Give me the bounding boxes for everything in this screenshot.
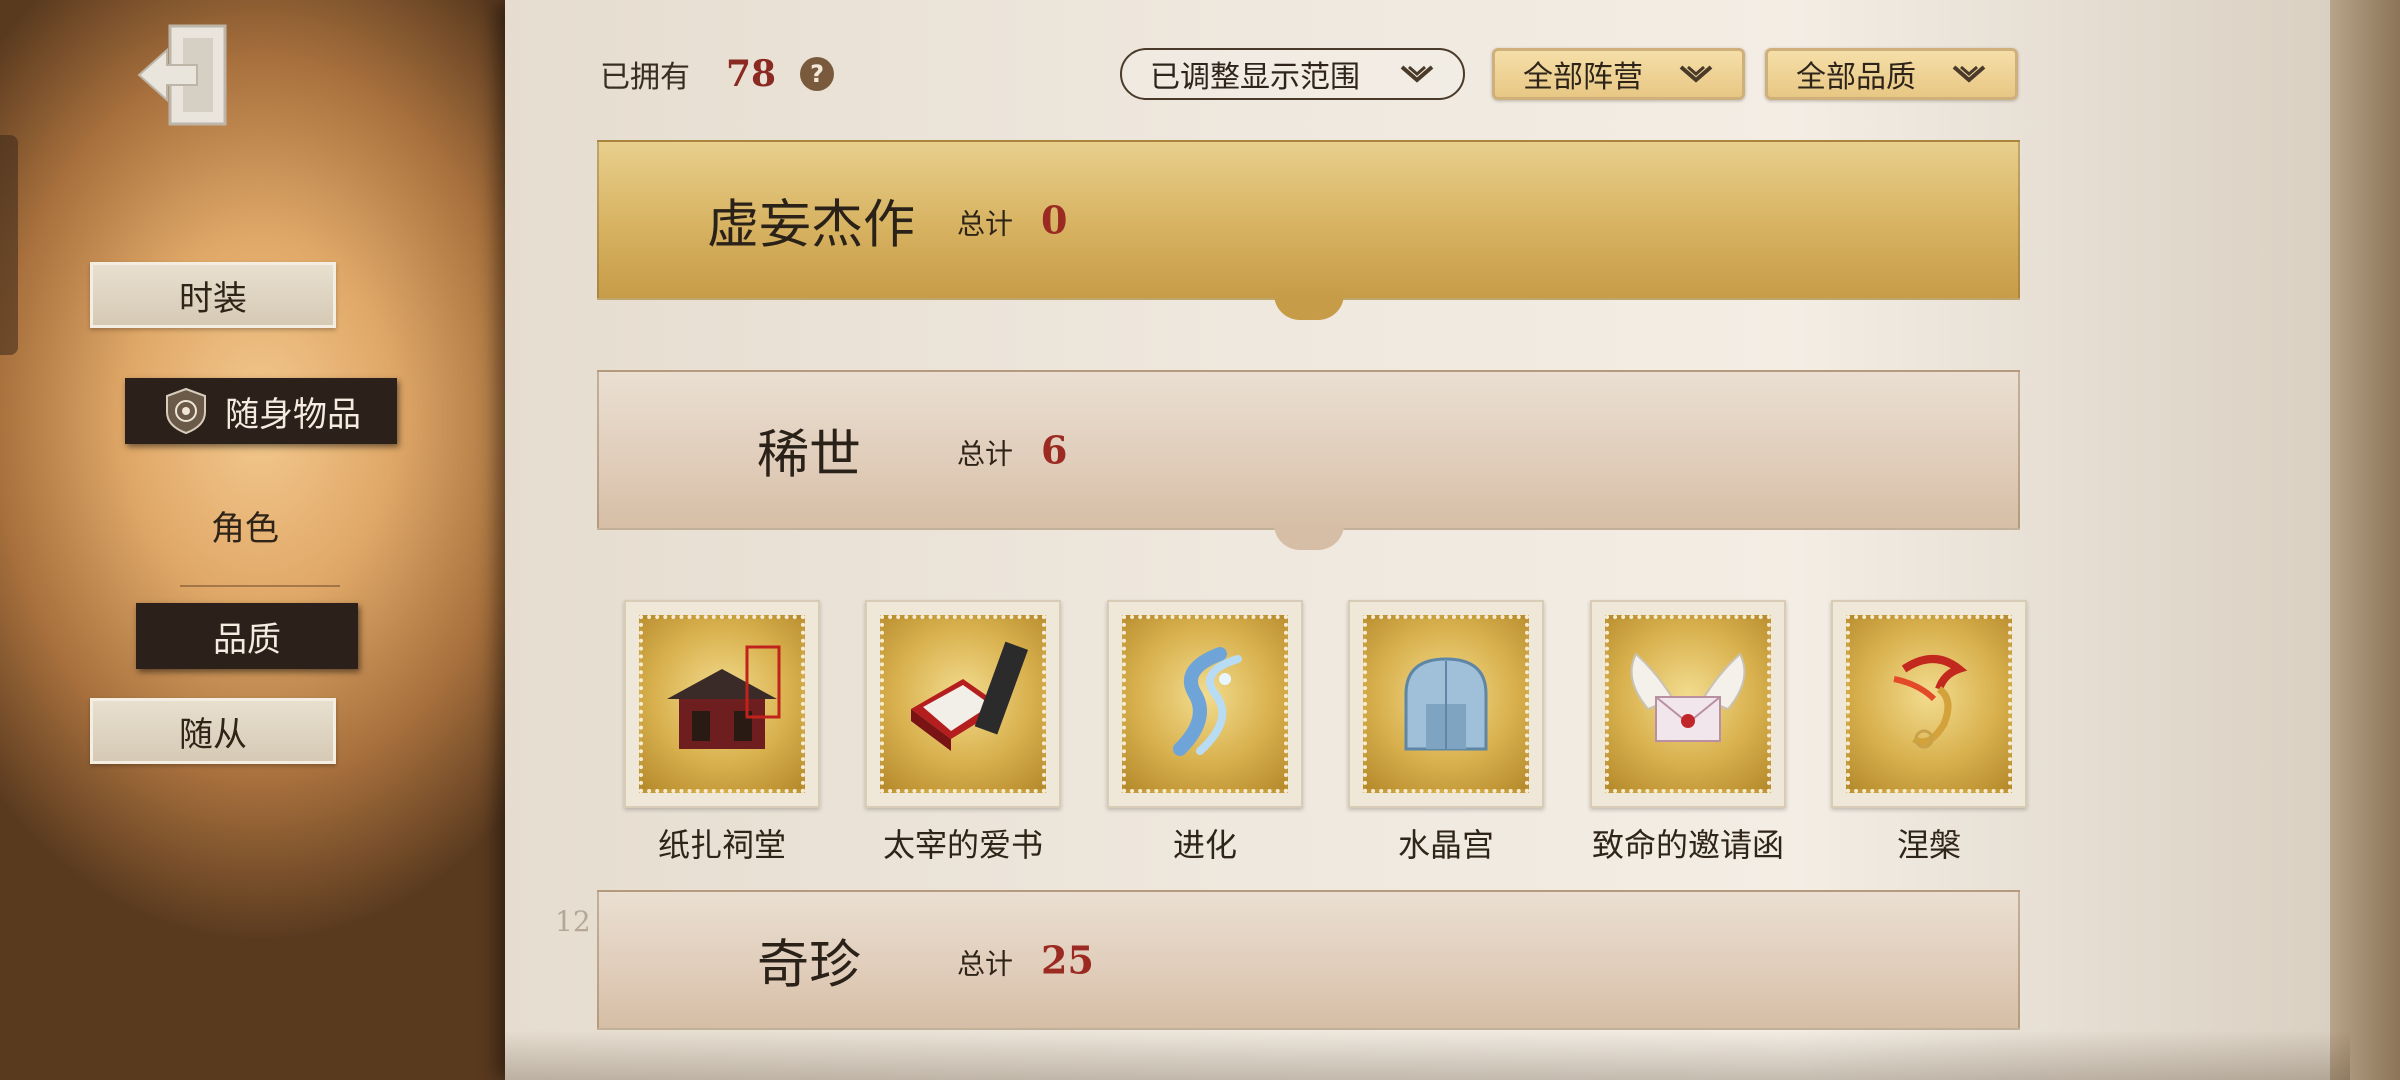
owned-count: 78 [726, 53, 777, 95]
left-panel: 时装 随身物品 角色 品质 随从 [0, 0, 510, 1080]
item-stamp [1590, 600, 1786, 808]
section-title: 虚妄杰作 [707, 195, 916, 256]
total-label: 总计 [957, 947, 1014, 981]
item-card[interactable]: 太宰的爱书 [853, 600, 1073, 866]
item-stamp [865, 600, 1061, 808]
dropdown-label: 全部阵营 [1523, 60, 1643, 95]
item-stamp [624, 600, 820, 808]
nav-item-fashion[interactable]: 时装 [90, 262, 336, 328]
item-card[interactable]: 进化 [1095, 600, 1315, 866]
nav-item-label: 品质 [213, 619, 281, 660]
section-banner-rare[interactable]: 稀世 总计 6 [597, 370, 2020, 550]
total-label: 总计 [957, 437, 1014, 471]
item-card[interactable]: 水晶宫 [1336, 600, 1556, 866]
item-card[interactable]: 纸扎祠堂 [612, 600, 832, 866]
section-title: 稀世 [757, 425, 862, 486]
item-card[interactable]: 涅槃 [1819, 600, 2039, 866]
nav-item-quality[interactable]: 品质 [136, 603, 358, 669]
page-marker: 12 [555, 905, 591, 938]
exit-button[interactable] [135, 20, 235, 130]
dropdown-label: 已调整显示范围 [1150, 60, 1360, 95]
nav-item-label: 时装 [179, 278, 247, 319]
emblem-icon [161, 386, 211, 436]
item-name: 水晶宫 [1397, 826, 1494, 864]
winged-letter-icon [1630, 652, 1746, 742]
chevron-down-icon [1951, 61, 1987, 87]
nav-item-accessories[interactable]: 随身物品 [125, 378, 397, 444]
phoenix-icon [1893, 655, 1968, 749]
item-name: 涅槃 [1896, 826, 1961, 864]
crystal-palace-icon [1404, 657, 1488, 751]
total-count: 25 [1041, 937, 1094, 983]
section-banner-treasure[interactable]: 奇珍 总计 25 [597, 890, 2020, 1030]
nav-item-label: 随身物品 [225, 394, 361, 435]
book-icon [911, 641, 1029, 751]
exit-icon [137, 24, 227, 126]
faction-filter-dropdown[interactable]: 全部阵营 [1492, 48, 1745, 100]
item-stamp [1348, 600, 1544, 808]
bottom-shadow [505, 1030, 2350, 1080]
dropdown-label: 全部品质 [1796, 60, 1916, 95]
chevron-down-icon [1678, 61, 1714, 87]
item-name: 致命的邀请函 [1591, 826, 1784, 864]
item-card[interactable]: 致命的邀请函 [1578, 600, 1798, 866]
section-total: 总计 6 [957, 428, 1067, 473]
item-stamp [1831, 600, 2027, 808]
owned-label: 已拥有 [600, 60, 690, 95]
nav-item-character[interactable]: 角色 [160, 492, 330, 558]
help-icon[interactable]: ? [800, 57, 835, 91]
total-label: 总计 [957, 207, 1014, 241]
section-total: 总计 0 [957, 198, 1067, 243]
paper-shrine-icon [667, 645, 781, 749]
nav-item-label: 角色 [211, 508, 279, 549]
nav-item-label: 随从 [179, 714, 247, 755]
display-range-dropdown[interactable]: 已调整显示范围 [1120, 48, 1465, 100]
crystal-dna-icon [1173, 647, 1242, 756]
section-banner-masterpiece[interactable]: 虚妄杰作 总计 0 [597, 140, 2020, 320]
section-title: 奇珍 [757, 935, 862, 996]
item-grid: 纸扎祠堂 太宰的爱书 进化 水晶宫 致命的邀请函 涅槃 [600, 600, 2027, 870]
chevron-down-icon [1399, 61, 1435, 87]
item-name: 纸扎祠堂 [657, 826, 786, 864]
side-tab-handle[interactable] [0, 135, 18, 355]
item-name: 进化 [1172, 826, 1237, 864]
quality-filter-dropdown[interactable]: 全部品质 [1765, 48, 2018, 100]
section-total: 总计 25 [957, 938, 1094, 983]
item-stamp [1107, 600, 1303, 808]
total-count: 0 [1041, 197, 1068, 243]
paper-edge [2330, 0, 2400, 1080]
owned-counter: 已拥有 78 ? [600, 52, 835, 96]
nav-item-follower[interactable]: 随从 [90, 698, 336, 764]
item-name: 太宰的爱书 [882, 826, 1043, 864]
nav-divider [180, 585, 340, 587]
total-count: 6 [1041, 427, 1068, 473]
